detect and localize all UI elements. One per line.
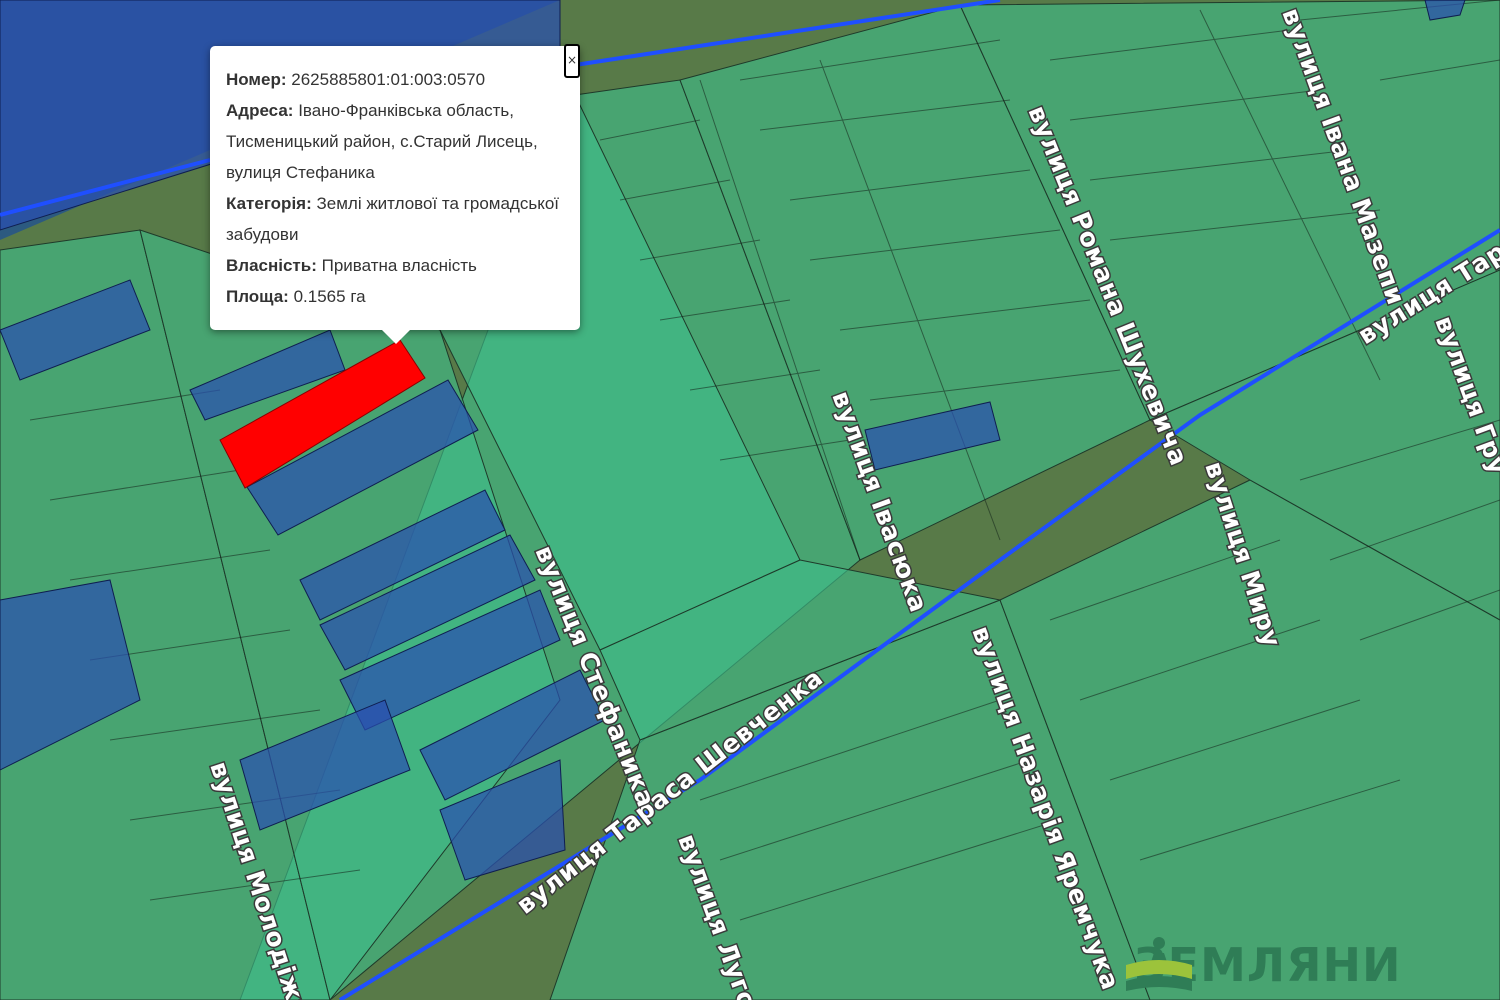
address-label: Адреса:	[226, 101, 294, 120]
parcel-info-popup: × Номер: 2625885801:01:003:0570 Адреса: …	[210, 44, 580, 344]
popup-category-row: Категорія: Землі житлової та громадської…	[226, 188, 564, 250]
ownership-value: Приватна власність	[321, 256, 477, 275]
category-label: Категорія:	[226, 194, 312, 213]
area-value: 0.1565 га	[293, 287, 366, 306]
popup-area-row: Площа: 0.1565 га	[226, 281, 564, 312]
area-label: Площа:	[226, 287, 289, 306]
zemliany-logo: ЗЕМЛЯНИ	[1124, 935, 1402, 995]
number-value: 2625885801:01:003:0570	[291, 70, 486, 89]
cadastral-map[interactable]: вулиця Тараса Шевченка вулиця Стефаника …	[0, 0, 1500, 1000]
logo-icon	[1126, 937, 1192, 991]
popup-number-row: Номер: 2625885801:01:003:0570	[226, 64, 564, 95]
close-button[interactable]: ×	[564, 44, 580, 78]
popup-address-row: Адреса: Івано-Франківська область, Тисме…	[226, 95, 564, 188]
ownership-label: Власність:	[226, 256, 317, 275]
number-label: Номер:	[226, 70, 287, 89]
popup-ownership-row: Власність: Приватна власність	[226, 250, 564, 281]
